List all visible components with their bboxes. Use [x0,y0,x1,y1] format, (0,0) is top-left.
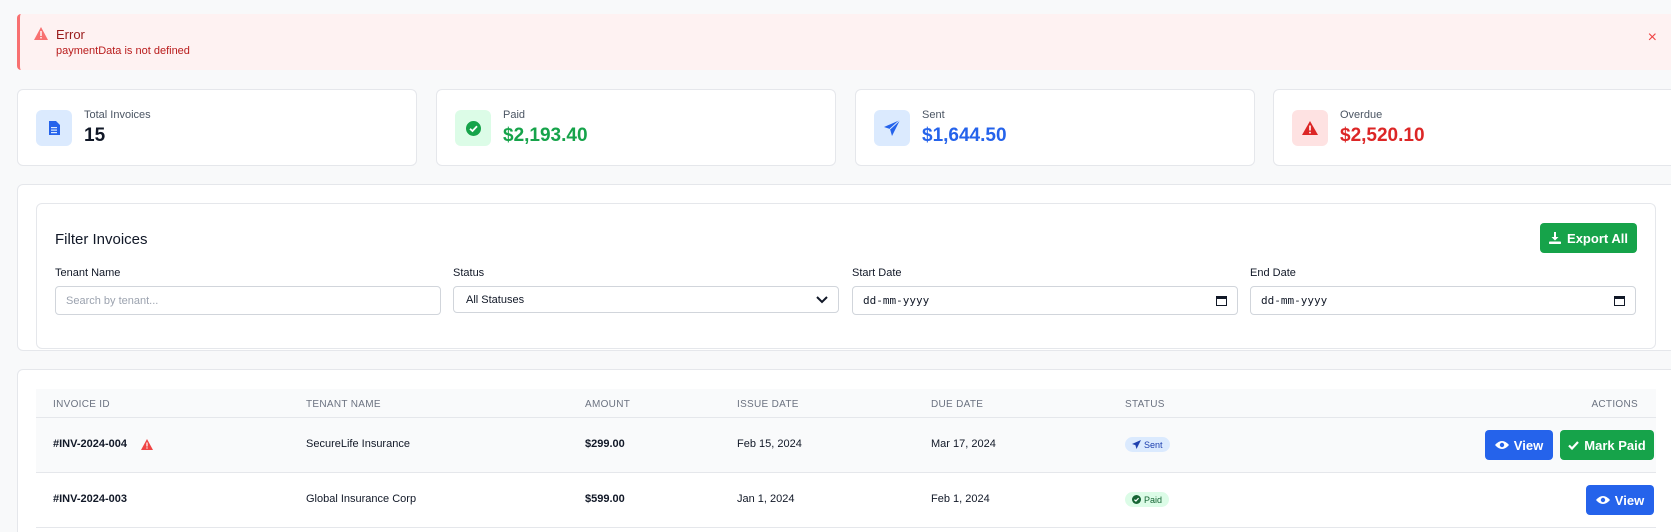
filter-title: Filter Invoices [55,231,148,248]
filter-card: Filter Invoices Export All Tenant Name S… [36,203,1656,349]
paper-plane-icon [1132,440,1141,449]
start-date-input[interactable]: dd-mm-yyyy [852,286,1238,315]
column-header-invoice-id: INVOICE ID [53,399,110,410]
stat-card-overdue: Overdue $2,520.10 [1273,89,1671,166]
column-header-status: STATUS [1125,399,1165,410]
warning-icon [1292,110,1328,146]
view-button[interactable]: View [1586,485,1654,515]
warning-icon [141,439,153,450]
error-message: paymentData is not defined [56,45,190,57]
chevron-down-icon [816,295,828,303]
error-banner: Error paymentData is not defined × [17,14,1671,70]
calendar-icon[interactable] [1216,295,1227,306]
tenant-name-label: Tenant Name [55,267,121,279]
status-select-value: All Statuses [466,293,525,306]
export-all-label: Export All [1567,230,1628,246]
stat-value: $1,644.50 [922,125,1007,146]
invoice-id: #INV-2024-004 [53,438,127,450]
export-all-button[interactable]: Export All [1540,223,1637,253]
table-header: INVOICE ID TENANT NAME AMOUNT ISSUE DATE… [36,389,1656,418]
status-badge-label: Sent [1144,439,1163,450]
end-date-value: dd-mm-yyyy [1261,294,1328,307]
invoice-id: #INV-2024-003 [53,493,127,505]
due-date: Feb 1, 2024 [931,493,990,505]
tenant-name: SecureLife Insurance [306,438,410,450]
download-icon [1549,232,1562,244]
column-header-due-date: DUE DATE [931,399,984,410]
invoice-table: INVOICE ID TENANT NAME AMOUNT ISSUE DATE… [17,369,1671,532]
close-icon[interactable]: × [1648,30,1657,46]
stat-label: Overdue [1340,109,1383,121]
due-date: Mar 17, 2024 [931,438,996,450]
view-button-label: View [1513,437,1544,453]
mark-paid-button-label: Mark Paid [1584,437,1646,453]
warning-icon [34,27,48,40]
stat-card-paid: Paid $2,193.40 [436,89,836,166]
start-date-value: dd-mm-yyyy [863,294,930,307]
view-button-label: View [1614,492,1645,508]
tenant-search-placeholder: Search by tenant... [66,294,159,307]
paper-plane-icon [874,110,910,146]
invoice-amount: $599.00 [585,493,625,505]
column-header-actions: ACTIONS [1591,399,1638,410]
filter-section: Filter Invoices Export All Tenant Name S… [17,184,1671,351]
column-header-amount: AMOUNT [585,399,631,410]
issue-date: Feb 15, 2024 [737,438,802,450]
invoice-amount: $299.00 [585,438,625,450]
error-title: Error [56,27,85,42]
column-header-issue-date: ISSUE DATE [737,399,799,410]
check-icon [1568,440,1580,450]
status-select[interactable]: All Statuses [453,286,839,313]
check-circle-icon [1132,495,1141,504]
document-icon [36,110,72,146]
mark-paid-button[interactable]: Mark Paid [1560,430,1654,460]
status-label: Status [453,267,485,279]
stat-label: Paid [503,109,526,121]
calendar-icon[interactable] [1614,295,1625,306]
view-button[interactable]: View [1485,430,1553,460]
column-header-tenant-name: TENANT NAME [306,399,381,410]
stat-value: 15 [84,125,106,146]
stat-value: $2,193.40 [503,125,588,146]
end-date-label: End Date [1250,267,1296,279]
stat-card-total-invoices: Total Invoices 15 [17,89,417,166]
stat-card-sent: Sent $1,644.50 [855,89,1255,166]
stat-value: $2,520.10 [1340,125,1425,146]
stat-label: Sent [922,109,945,121]
eye-icon [1494,441,1509,449]
end-date-input[interactable]: dd-mm-yyyy [1250,286,1636,315]
table-row: #INV-2024-003 Global Insurance Corp $599… [36,473,1656,528]
tenant-name: Global Insurance Corp [306,493,417,505]
status-badge: Sent [1125,437,1170,452]
eye-icon [1595,496,1610,504]
check-circle-icon [455,110,491,146]
tenant-search-input[interactable]: Search by tenant... [55,286,441,315]
start-date-label: Start Date [852,267,902,279]
issue-date: Jan 1, 2024 [737,493,795,505]
stat-label: Total Invoices [84,109,151,121]
status-badge: Paid [1125,492,1170,507]
status-badge-label: Paid [1144,494,1163,505]
table-row: #INV-2024-004 SecureLife Insurance $299.… [36,418,1656,473]
